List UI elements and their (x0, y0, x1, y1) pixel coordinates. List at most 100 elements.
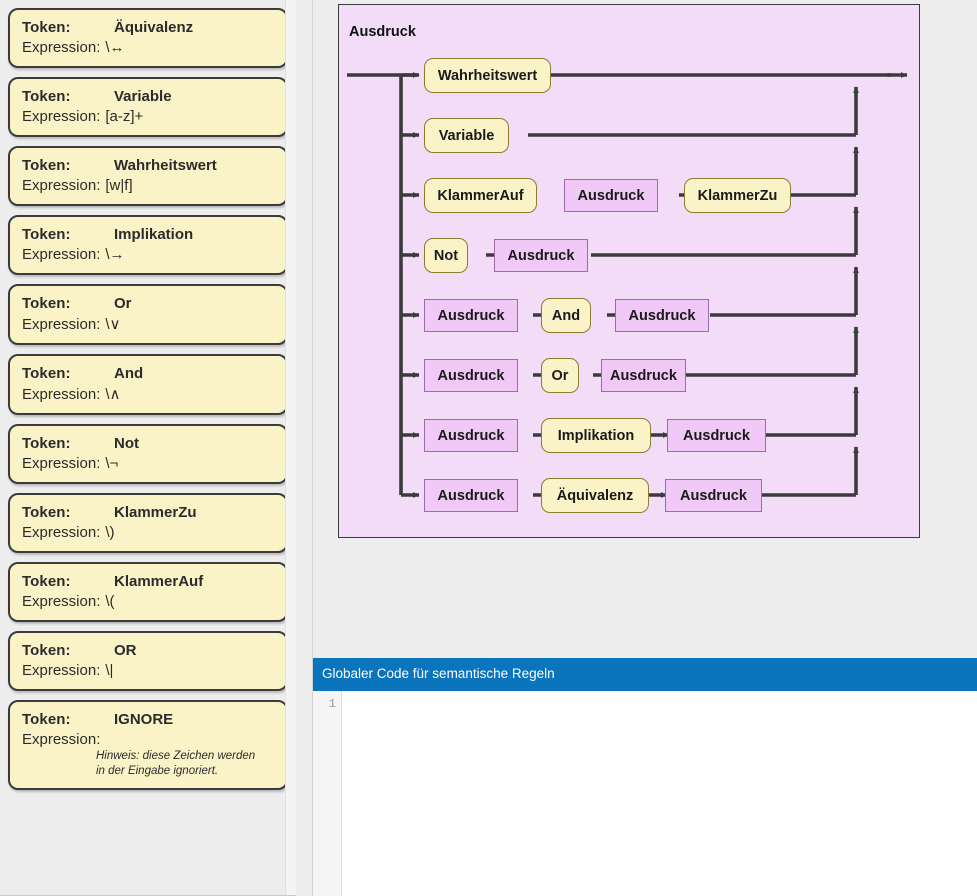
line-number-gutter: 1 (313, 691, 342, 896)
expression-value: \) (105, 524, 115, 541)
token-card[interactable]: Token: Äquivalenz Expression: \↔ (8, 8, 288, 68)
diagram-node-variable[interactable]: Variable (424, 118, 509, 153)
diagram-node-aequivalenz[interactable]: Äquivalenz (541, 478, 649, 513)
diagram-node-klammerauf[interactable]: KlammerAuf (424, 178, 537, 213)
expression-value: \| (105, 662, 114, 679)
token-card[interactable]: Token: Variable Expression: [a-z]+ (8, 77, 288, 137)
token-card[interactable]: Token: Implikation Expression: \→ (8, 215, 288, 275)
node-label: Or (551, 367, 569, 384)
token-card[interactable]: Token: Not Expression: \¬ (8, 424, 288, 484)
token-label: Token: (22, 295, 71, 312)
node-label: Implikation (557, 427, 635, 444)
expression-label: Expression: (22, 316, 101, 333)
token-card[interactable]: Token: Or Expression: \∨ (8, 284, 288, 345)
expression-label: Expression: (22, 108, 101, 125)
token-label: Token: (22, 504, 71, 521)
diagram-node-ausdruck[interactable]: Ausdruck (424, 359, 518, 392)
expression-value: \↔ (105, 39, 125, 56)
diagram-node-ausdruck[interactable]: Ausdruck (494, 239, 588, 272)
token-card[interactable]: Token: OR Expression: \| (8, 631, 288, 691)
node-label: Not (433, 247, 459, 264)
expression-value: [a-z]+ (105, 108, 144, 125)
diagram-node-implikation[interactable]: Implikation (541, 418, 651, 453)
expression-value: [w|f] (105, 177, 133, 194)
token-label: Token: (22, 642, 71, 659)
node-label: Ausdruck (437, 427, 505, 444)
app-root: Token: Äquivalenz Expression: \↔ Token: Varia… (0, 0, 977, 896)
token-card[interactable]: Token: Wahrheitswert Expression: [w|f] (8, 146, 288, 206)
token-card[interactable]: Token: And Expression: \∧ (8, 354, 288, 415)
node-label: Ausdruck (628, 307, 696, 324)
token-note: Hinweis: diese Zeichen werden in der Eing… (96, 749, 274, 778)
line-number: 1 (328, 697, 336, 711)
expression-label: Expression: (22, 177, 101, 194)
diagram-node-ausdruck[interactable]: Ausdruck (615, 299, 709, 332)
expression-label: Expression: (22, 662, 101, 679)
token-name: Variable (114, 88, 172, 105)
node-label: Ausdruck (680, 487, 747, 504)
token-label: Token: (22, 365, 71, 382)
node-label: Ausdruck (683, 427, 750, 444)
diagram-node-klammerzu[interactable]: KlammerZu (684, 178, 791, 213)
token-card[interactable]: Token: KlammerAuf Expression: \( (8, 562, 288, 622)
code-panel-header: Globaler Code für semantische Regeln (313, 658, 977, 691)
expression-label: Expression: (22, 731, 101, 748)
token-note-line: in der Eingabe ignoriert. (96, 764, 219, 777)
code-text-area[interactable] (342, 691, 977, 896)
token-name: And (114, 365, 144, 382)
diagram-area: Ausdruck Wahrheitswert Variable KlammerA… (313, 0, 977, 658)
diagram-node-and[interactable]: And (541, 298, 591, 333)
diagram-node-wahrheitswert[interactable]: Wahrheitswert (424, 58, 551, 93)
node-label: Ausdruck (507, 247, 575, 264)
token-list: Token: Äquivalenz Expression: \↔ Token: Varia… (0, 0, 296, 791)
token-label: Token: (22, 435, 71, 452)
node-label: And (551, 307, 581, 324)
node-label: Ausdruck (577, 187, 645, 204)
expression-label: Expression: (22, 386, 101, 403)
node-label: Ausdruck (437, 367, 505, 384)
token-card[interactable]: Token: KlammerZu Expression: \) (8, 493, 288, 553)
diagram-node-ausdruck[interactable]: Ausdruck (601, 359, 686, 392)
token-card[interactable]: Token: IGNORE Expression: Hinweis: diese Ze… (8, 700, 288, 791)
diagram-node-ausdruck[interactable]: Ausdruck (564, 179, 658, 212)
node-label: Äquivalenz (556, 487, 634, 504)
global-code-panel: Globaler Code für semantische Regeln 1 (313, 658, 977, 896)
diagram-node-ausdruck[interactable]: Ausdruck (667, 419, 766, 452)
expression-value: \( (105, 593, 115, 610)
token-note-line: Hinweis: diese Zeichen werden (96, 750, 256, 762)
token-sidebar[interactable]: Token: Äquivalenz Expression: \↔ Token: Varia… (0, 0, 296, 896)
expression-label: Expression: (22, 246, 101, 263)
expression-value: \¬ (105, 455, 119, 472)
diagram-node-or[interactable]: Or (541, 358, 579, 393)
node-label: KlammerZu (697, 187, 778, 204)
diagram-node-ausdruck[interactable]: Ausdruck (424, 419, 518, 452)
token-name: IGNORE (114, 711, 174, 728)
token-name: OR (114, 642, 137, 659)
token-label: Token: (22, 573, 71, 590)
token-name: Not (114, 435, 139, 452)
diagram-node-ausdruck[interactable]: Ausdruck (424, 479, 518, 512)
expression-value: \∧ (105, 386, 121, 403)
token-name: Wahrheitswert (114, 157, 217, 174)
right-column: Ausdruck Wahrheitswert Variable KlammerA… (313, 0, 977, 896)
expression-label: Expression: (22, 39, 101, 56)
code-editor[interactable]: 1 (313, 691, 977, 896)
diagram-node-not[interactable]: Not (424, 238, 468, 273)
railroad-diagram-panel[interactable]: Ausdruck Wahrheitswert Variable KlammerA… (338, 4, 920, 538)
expression-label: Expression: (22, 524, 101, 541)
node-label: Variable (438, 127, 495, 144)
token-name: KlammerAuf (114, 573, 204, 590)
token-label: Token: (22, 88, 71, 105)
expression-value: \→ (105, 246, 125, 263)
panel-divider[interactable] (296, 0, 313, 896)
diagram-node-ausdruck[interactable]: Ausdruck (424, 299, 518, 332)
sidebar-scrollbar[interactable] (285, 0, 296, 895)
node-label: Ausdruck (610, 367, 677, 384)
node-label: Ausdruck (437, 307, 505, 324)
token-label: Token: (22, 711, 71, 728)
expression-label: Expression: (22, 455, 101, 472)
token-label: Token: (22, 19, 71, 36)
token-name: Äquivalenz (114, 19, 194, 36)
diagram-node-ausdruck[interactable]: Ausdruck (665, 479, 762, 512)
token-name: KlammerZu (114, 504, 197, 521)
